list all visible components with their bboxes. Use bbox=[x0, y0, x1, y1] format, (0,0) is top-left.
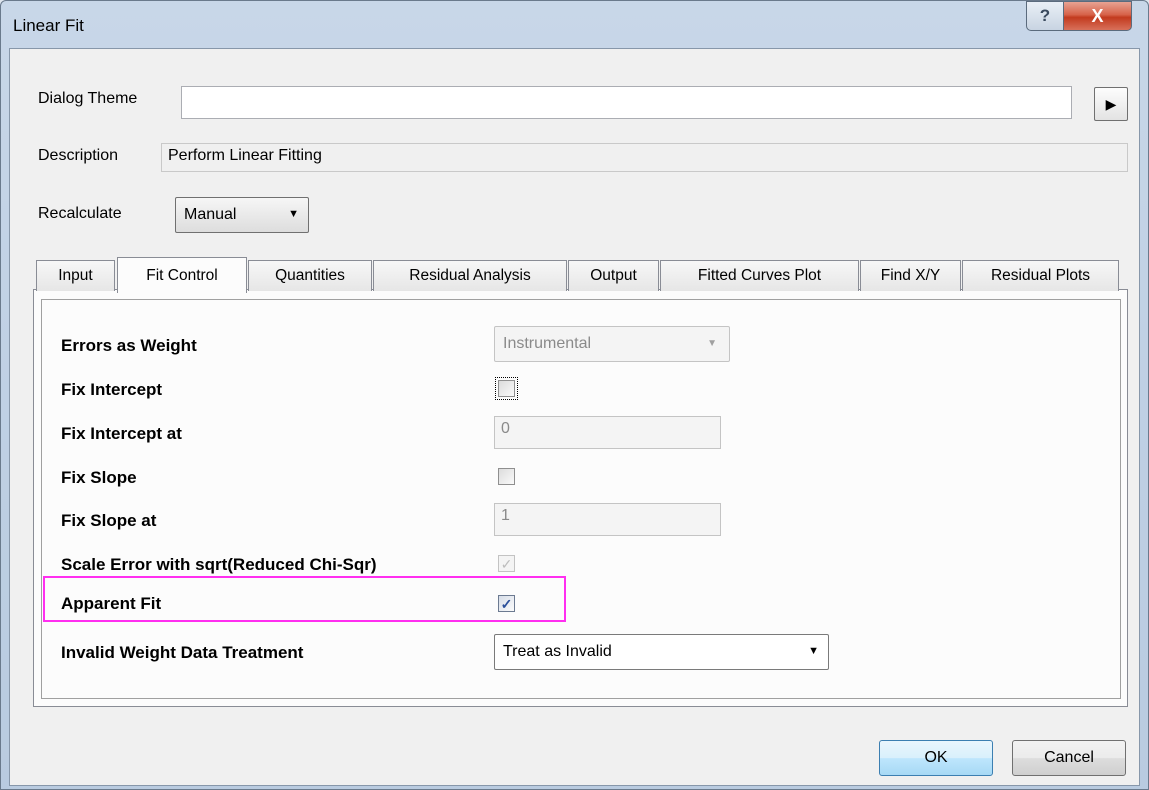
scale-error-checkbox: ✓ bbox=[498, 555, 515, 572]
invalid-weight-label: Invalid Weight Data Treatment bbox=[61, 643, 304, 662]
tab-fit-control[interactable]: Fit Control bbox=[117, 257, 247, 293]
tab-quantities[interactable]: Quantities bbox=[248, 260, 372, 291]
invalid-weight-value: Treat as Invalid bbox=[503, 643, 612, 660]
help-button[interactable]: ? bbox=[1026, 1, 1064, 31]
window-title: Linear Fit bbox=[13, 16, 84, 35]
tab-input[interactable]: Input bbox=[36, 260, 115, 291]
check-icon: ✓ bbox=[500, 555, 513, 572]
description-field: Perform Linear Fitting bbox=[161, 143, 1128, 172]
apparent-fit-checkbox[interactable]: ✓ bbox=[498, 595, 515, 612]
chevron-down-icon: ▼ bbox=[808, 645, 819, 657]
chevron-down-icon: ▼ bbox=[707, 338, 717, 349]
scale-error-label: Scale Error with sqrt(Reduced Chi-Sqr) bbox=[61, 555, 377, 574]
fix-slope-at-input: 1 bbox=[494, 503, 721, 536]
tab-find-xy[interactable]: Find X/Y bbox=[860, 260, 961, 291]
recalculate-select[interactable]: Manual ▼ bbox=[175, 197, 309, 233]
help-icon: ? bbox=[1039, 6, 1051, 25]
ok-button[interactable]: OK bbox=[879, 740, 993, 776]
recalculate-label: Recalculate bbox=[38, 205, 122, 222]
cancel-button[interactable]: Cancel bbox=[1012, 740, 1126, 776]
fix-intercept-checkbox[interactable] bbox=[495, 377, 518, 400]
fix-intercept-label: Fix Intercept bbox=[61, 380, 163, 399]
fix-slope-at-label: Fix Slope at bbox=[61, 511, 157, 530]
errors-as-weight-select: Instrumental ▼ bbox=[494, 326, 730, 362]
tab-output[interactable]: Output bbox=[568, 260, 659, 291]
dialog-theme-field[interactable] bbox=[181, 86, 1072, 119]
fix-intercept-at-input: 0 bbox=[494, 416, 721, 449]
chevron-down-icon: ▼ bbox=[288, 208, 299, 220]
fix-intercept-at-label: Fix Intercept at bbox=[61, 424, 182, 443]
invalid-weight-select[interactable]: Treat as Invalid ▼ bbox=[494, 634, 829, 670]
triangle-right-icon: ▶ bbox=[1105, 95, 1117, 112]
description-label: Description bbox=[38, 147, 119, 164]
theme-menu-button[interactable]: ▶ bbox=[1094, 87, 1128, 121]
tab-residual-plots[interactable]: Residual Plots bbox=[962, 260, 1119, 291]
fix-slope-checkbox[interactable] bbox=[498, 468, 515, 485]
close-button[interactable]: X bbox=[1063, 1, 1132, 31]
dialog-theme-label: Dialog Theme bbox=[38, 90, 138, 107]
errors-as-weight-value: Instrumental bbox=[503, 335, 592, 352]
fix-slope-label: Fix Slope bbox=[61, 468, 137, 487]
check-icon: ✓ bbox=[500, 595, 513, 612]
apparent-fit-label: Apparent Fit bbox=[61, 594, 162, 613]
tab-residual-analysis[interactable]: Residual Analysis bbox=[373, 260, 567, 291]
close-icon: X bbox=[1091, 5, 1104, 26]
tab-fitted-curves-plot[interactable]: Fitted Curves Plot bbox=[660, 260, 859, 291]
errors-as-weight-label: Errors as Weight bbox=[61, 336, 197, 355]
title-bar: Linear Fit ? X bbox=[1, 1, 1148, 49]
recalculate-value: Manual bbox=[184, 206, 237, 223]
